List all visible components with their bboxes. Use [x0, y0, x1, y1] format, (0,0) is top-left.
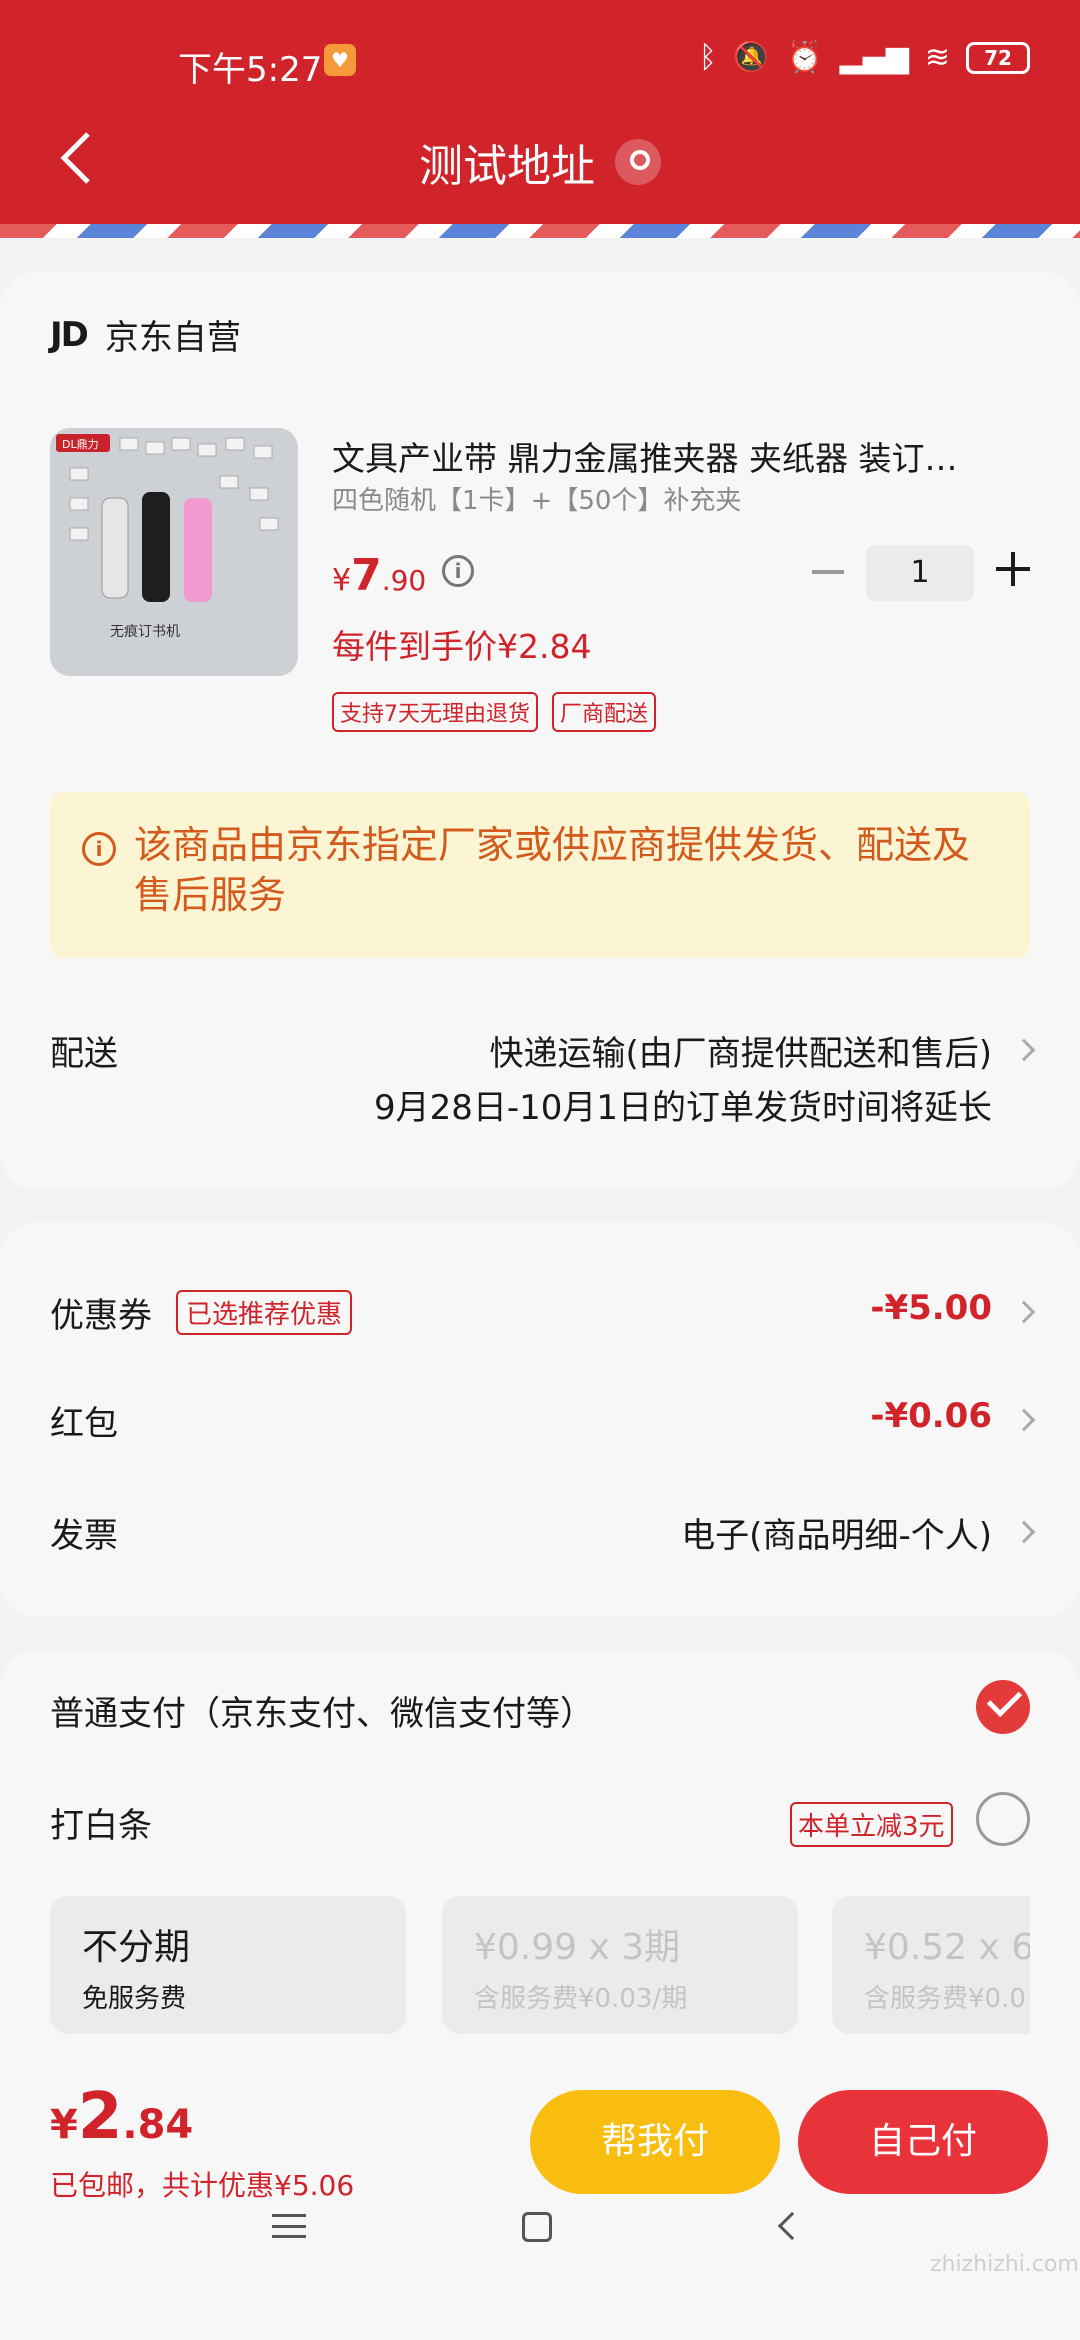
svg-text:DL鼎力: DL鼎力	[62, 438, 99, 451]
battery-icon: 72	[966, 41, 1030, 74]
vendor-notice: i 该商品由京东指定厂家或供应商提供发货、配送及售后服务	[50, 792, 1030, 958]
plan-main: ¥0.99 x 3期	[474, 1927, 681, 1968]
plan-sub: 含服务费¥0.0	[864, 1984, 1026, 2014]
delivery-note: 9月28日-10月1日的订单发货时间将延长	[373, 1088, 992, 1128]
plan-main: ¥0.52 x 6期	[864, 1927, 1030, 1968]
notice-info-icon: i	[82, 832, 116, 866]
unit-final-price: 每件到手价¥2.84	[332, 627, 592, 666]
baitiao-radio[interactable]	[976, 1792, 1030, 1846]
self-pay-button[interactable]: 自己付	[798, 2090, 1048, 2194]
product-tags: 支持7天无理由退货 厂商配送	[332, 692, 657, 732]
installment-clip: ¥0.52 x 6期 含服务费¥0.0	[832, 1896, 1030, 2034]
bluetooth-icon: ᛒ	[698, 40, 717, 75]
coupon-recommended-tag: 已选推荐优惠	[176, 1290, 353, 1335]
total-saving-text: ，共计优惠¥5.06	[134, 2169, 355, 2202]
total-currency: ¥	[50, 2102, 78, 2148]
redpacket-label: 红包	[50, 1404, 118, 1444]
help-pay-button[interactable]: 帮我付	[530, 2090, 780, 2194]
product-price: ¥7.90	[332, 550, 426, 601]
notice-text: 该商品由京东指定厂家或供应商提供发货、配送及售后服务	[134, 823, 971, 917]
signal-icon: ▂▄▆	[839, 40, 909, 75]
baitiao-label[interactable]: 打白条	[50, 1798, 152, 1847]
check-icon[interactable]	[976, 1680, 1030, 1734]
baitiao-discount-tag: 本单立减3元	[790, 1802, 953, 1847]
svg-text:无痕订书机: 无痕订书机	[110, 624, 180, 640]
quantity-plus-button[interactable]	[996, 552, 1030, 586]
page-title[interactable]: 测试地址	[0, 130, 1080, 194]
invoice-label: 发票	[50, 1516, 118, 1556]
page-title-text: 测试地址	[419, 141, 595, 192]
mute-icon: 🔕	[732, 40, 771, 75]
coupon-label: 优惠券	[50, 1296, 152, 1336]
quantity-input[interactable]: 1	[866, 545, 974, 601]
health-app-icon: ♥	[324, 44, 356, 76]
price-currency: ¥	[332, 563, 352, 598]
watermark: zhizhizhi.com	[930, 2252, 1079, 2277]
status-time: 下午5:27	[178, 50, 323, 90]
status-bar: 下午5:27 ♥ ᛒ 🔕 ⏰ ▂▄▆ ≋ 72	[0, 0, 1080, 120]
shop-name: 京东自营	[104, 318, 241, 358]
installment-option-3[interactable]: ¥0.99 x 3期 含服务费¥0.03/期	[442, 1896, 798, 2034]
delivery-label: 配送	[50, 1034, 118, 1074]
price-info-icon[interactable]: i	[442, 555, 474, 587]
alarm-icon: ⏰	[786, 40, 824, 75]
jd-logo: JD	[50, 314, 89, 355]
nav-menu-icon[interactable]	[272, 2214, 306, 2238]
shop-header: JD 京东自营	[50, 310, 241, 359]
vendor-delivery-tag: 厂商配送	[552, 692, 657, 732]
product-spec: 四色随机【1卡】+【50个】补充夹	[332, 486, 742, 516]
plan-sub: 含服务费¥0.03/期	[474, 1984, 688, 2014]
total-summary: 已包邮，共计优惠¥5.06	[50, 2164, 354, 2204]
total-decimal: .84	[122, 2102, 194, 2148]
quantity-minus-button[interactable]	[812, 570, 844, 574]
redpacket-value[interactable]: -¥0.06	[870, 1396, 992, 1436]
plan-main: 不分期	[82, 1927, 191, 1968]
total-price: ¥2.84	[50, 2080, 193, 2154]
price-integer: 7	[351, 550, 382, 601]
delivery-method[interactable]: 快递运输(由厂商提供配送和售后)	[489, 1026, 992, 1075]
shipping-free-text: 已包邮	[50, 2169, 135, 2202]
return-policy-tag: 支持7天无理由退货	[332, 692, 538, 732]
product-title[interactable]: 文具产业带 鼎力金属推夹器 夹纸器 装订…	[332, 432, 1022, 480]
normal-pay-label[interactable]: 普通支付（京东支付、微信支付等）	[50, 1686, 594, 1735]
installment-option-6[interactable]: ¥0.52 x 6期 含服务费¥0.0	[832, 1896, 1030, 2034]
plan-sub: 免服务费	[82, 1984, 187, 2014]
nav-home-icon[interactable]	[522, 2212, 552, 2242]
installment-option-none[interactable]: 不分期 免服务费	[50, 1896, 406, 2034]
invoice-value[interactable]: 电子(商品明细-个人)	[681, 1508, 992, 1557]
envelope-stripe	[0, 224, 1080, 238]
coupon-value[interactable]: -¥5.00	[870, 1288, 992, 1328]
location-pin-icon	[615, 139, 661, 185]
product-image[interactable]: DL鼎力 无痕订书机	[50, 428, 298, 676]
price-decimal: .90	[381, 564, 427, 597]
status-icons: ᛒ 🔕 ⏰ ▂▄▆ ≋ 72	[699, 40, 1030, 75]
total-integer: 2	[77, 2080, 123, 2154]
wifi-icon: ≋	[924, 40, 950, 75]
